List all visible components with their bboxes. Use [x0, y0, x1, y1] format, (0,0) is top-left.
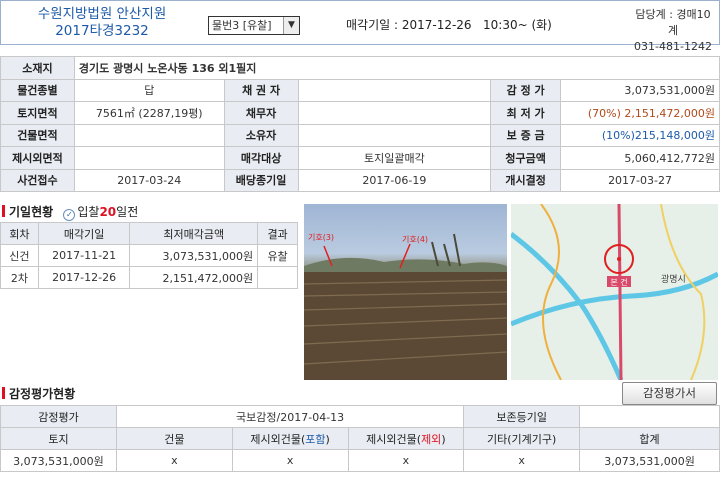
- contact-phone: 031-481-1242: [634, 40, 712, 53]
- appraisal-value-land: 3,073,531,000원: [0, 449, 117, 472]
- bid-suffix: 일전: [116, 205, 139, 219]
- history-result: [257, 266, 298, 289]
- history-header-round: 회차: [0, 222, 39, 245]
- debtor-value: [297, 101, 492, 125]
- map-drawing: 본 건 광명시: [511, 204, 718, 380]
- appraisal-value-other: x: [463, 449, 581, 472]
- creditor-label: 채 권 자: [223, 78, 299, 102]
- dividend-deadline-label: 배당종기일: [223, 168, 299, 192]
- incl-label: 포함: [305, 432, 326, 446]
- sale-target-label: 매각대상: [223, 146, 299, 170]
- appraisal-value-excluded-excl: x: [347, 449, 465, 472]
- table-row: 3,073,531,000원 x x x x 3,073,531,000원: [0, 449, 720, 472]
- history-header-amount: 최저매각금액: [129, 222, 259, 245]
- dividend-deadline-value: 2017-06-19: [297, 168, 492, 192]
- appraisal-col-excluded-incl: 제시외건물(포함): [231, 427, 349, 450]
- appraisal-col-building: 건물: [115, 427, 233, 450]
- appraisal-report-button[interactable]: 감정평가서: [622, 382, 717, 405]
- history-header-date: 매각기일: [37, 222, 131, 245]
- contact-info: 담당계 : 경매10계 031-481-1242: [633, 7, 713, 55]
- court-title: 수원지방법원 안산지원 2017타경3232: [7, 6, 197, 40]
- deposit-label: 보 증 금: [490, 123, 562, 147]
- check-circle-icon: ✓: [63, 209, 76, 221]
- appraisal-col-excluded-excl: 제시외건물(제외): [347, 427, 465, 450]
- type-value: 답: [73, 78, 225, 102]
- start-decision-label: 개시결정: [490, 168, 562, 192]
- history-round: 2차: [0, 266, 39, 289]
- photo-label-a: 기호(3): [308, 233, 334, 242]
- case-received-label: 사건접수: [0, 168, 75, 192]
- history-header-result: 결과: [257, 222, 298, 245]
- land-area-value: 7561㎡ (2287,19평): [73, 101, 225, 125]
- sale-history-table: 회차 매각기일 최저매각금액 결과 신건 2017-11-21 3,073,53…: [0, 222, 298, 289]
- history-result: 유찰: [257, 244, 298, 267]
- claim-value: 5,060,412,772원: [560, 146, 720, 170]
- bid-days: 20: [99, 205, 117, 219]
- sale-date: 매각기일 : 2017-12-26 10:30~ (화): [346, 18, 552, 32]
- bid-prefix: 입찰: [77, 205, 100, 219]
- creditor-value: [297, 78, 492, 102]
- location-map[interactable]: 본 건 광명시: [511, 204, 718, 380]
- table-row: 신건 2017-11-21 3,073,531,000원 유찰: [0, 244, 298, 267]
- case-received-value: 2017-03-24: [73, 168, 225, 192]
- deposit-value: (10%)215,148,000원: [560, 123, 720, 147]
- appraisal-value-excluded-incl: x: [231, 449, 349, 472]
- owner-label: 소유자: [223, 123, 299, 147]
- sale-target-value: 토지일괄매각: [297, 146, 492, 170]
- excluded-area-value: [73, 146, 225, 170]
- type-label: 물건종별: [0, 78, 75, 102]
- appraisal-col-land: 토지: [0, 427, 117, 450]
- bid-countdown: ✓ 입찰20일전: [63, 205, 139, 221]
- min-price-value: (70%) 2,151,472,000원: [560, 101, 720, 125]
- section-marker-icon: [2, 387, 5, 399]
- appraisal-title: 감정평가현황: [9, 387, 76, 401]
- map-place-label: 광명시: [661, 273, 686, 285]
- appraisal-col-other: 기타(기계기구): [463, 427, 581, 450]
- owner-value: [297, 123, 492, 147]
- excluded-area-label: 제시외면적: [0, 146, 75, 170]
- property-photo[interactable]: 기호(3) 기호(4): [304, 204, 507, 380]
- property-info-table: 소재지 경기도 광명시 노온사동 136 외1필지 물건종별 답 채 권 자 감…: [0, 56, 720, 192]
- appraisal-row-value: 국보감정/2017-04-13: [115, 405, 465, 428]
- appraisal-row-label: 감정평가: [0, 405, 117, 428]
- history-section-title: 기일현황 ✓ 입찰20일전: [2, 203, 138, 221]
- building-area-value: [73, 123, 225, 147]
- item-select[interactable]: 물번3 [유찰] ▼: [208, 16, 300, 35]
- history-amount: 2,151,472,000원: [129, 266, 259, 289]
- history-amount: 3,073,531,000원: [129, 244, 259, 267]
- start-decision-value: 2017-03-27: [560, 168, 720, 192]
- land-area-label: 토지면적: [0, 101, 75, 125]
- map-marker-label: 본 건: [610, 277, 627, 287]
- address-label: 소재지: [0, 56, 75, 80]
- debtor-label: 채무자: [223, 101, 299, 125]
- chevron-down-icon[interactable]: ▼: [283, 17, 299, 34]
- history-title: 기일현황: [9, 205, 54, 219]
- claim-label: 청구금액: [490, 146, 562, 170]
- building-area-label: 건물면적: [0, 123, 75, 147]
- appraisal-col-total: 합계: [579, 427, 720, 450]
- registration-date-value: [579, 405, 720, 428]
- court-name: 수원지방법원 안산지원: [37, 6, 167, 22]
- min-price-label: 최 저 가: [490, 101, 562, 125]
- appraisal-label: 감 정 가: [490, 78, 562, 102]
- case-number: 2017타경3232: [55, 23, 149, 39]
- history-date: 2017-11-21: [37, 244, 131, 267]
- history-round: 신건: [0, 244, 39, 267]
- section-marker-icon: [2, 205, 5, 217]
- appraisal-value-building: x: [115, 449, 233, 472]
- appraisal-value: 3,073,531,000원: [560, 78, 720, 102]
- address-value: 경기도 광명시 노온사동 136 외1필지: [73, 56, 720, 80]
- history-date: 2017-12-26: [37, 266, 131, 289]
- appraisal-value-total: 3,073,531,000원: [579, 449, 720, 472]
- case-header: 수원지방법원 안산지원 2017타경3232 물번3 [유찰] ▼ 매각기일 :…: [0, 0, 720, 53]
- appraisal-section-title: 감정평가현황: [2, 385, 75, 402]
- contact-dept: 담당계 : 경매10계: [635, 8, 711, 37]
- table-row: 2차 2017-12-26 2,151,472,000원: [0, 266, 298, 289]
- appraisal-table: 감정평가 국보감정/2017-04-13 보존등기일 토지 건물 제시외건물(포…: [0, 405, 720, 472]
- registration-date-label: 보존등기일: [463, 405, 581, 428]
- excl-label: 제외: [421, 432, 442, 446]
- item-select-value: 물번3 [유찰]: [212, 19, 272, 32]
- photo-label-b: 기호(4): [402, 235, 428, 244]
- field-photo-drawing: 기호(3) 기호(4): [304, 233, 507, 380]
